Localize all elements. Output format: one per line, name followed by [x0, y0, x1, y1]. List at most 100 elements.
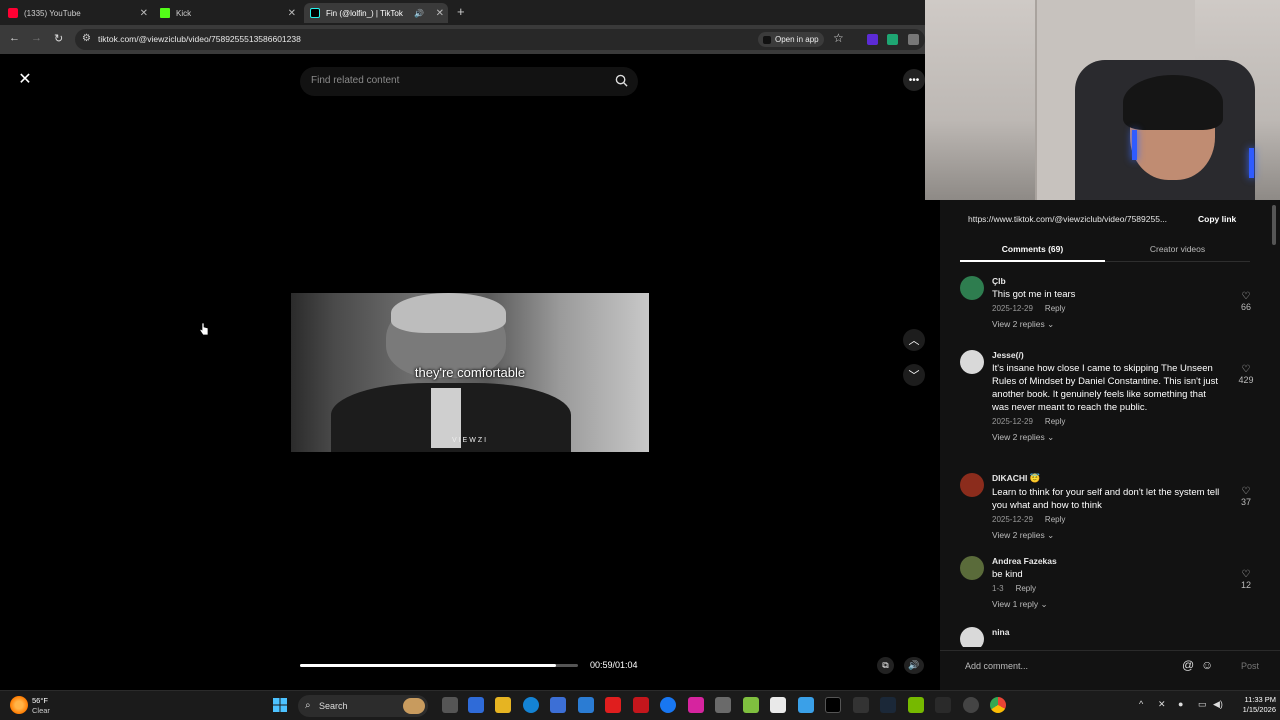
back-icon[interactable]: ←	[9, 32, 20, 44]
comment-author[interactable]: Çlb	[992, 276, 1222, 286]
edge-icon[interactable]	[523, 697, 539, 713]
forward-icon[interactable]: →	[31, 32, 42, 44]
app-icon[interactable]	[715, 697, 731, 713]
heart-icon[interactable]: ♡	[1234, 364, 1258, 375]
youtube-icon[interactable]	[605, 697, 621, 713]
comment-date: 2025-12-29	[992, 417, 1033, 426]
app-icon[interactable]	[963, 697, 979, 713]
display-icon[interactable]: ▭	[1198, 699, 1207, 710]
tray-overflow-chevron-up-icon[interactable]: ^	[1139, 699, 1143, 709]
comment-author[interactable]: DIKACHI 😇	[992, 473, 1222, 484]
app-icon[interactable]	[853, 697, 869, 713]
task-view-icon[interactable]	[442, 697, 458, 713]
like-button[interactable]: ♡ 12	[1234, 569, 1258, 590]
avatar[interactable]	[960, 556, 984, 580]
app-icon[interactable]	[798, 697, 814, 713]
copy-link-button[interactable]: Copy link	[1198, 214, 1236, 224]
open-in-app-button[interactable]: Open in app	[758, 32, 824, 47]
comment-author[interactable]: Andrea Fazekas	[992, 556, 1222, 566]
search-icon[interactable]	[615, 74, 628, 87]
share-url[interactable]: https://www.tiktok.com/@viewziclub/video…	[968, 214, 1190, 224]
close-icon[interactable]: ✕	[15, 69, 35, 89]
like-button[interactable]: ♡ 37	[1234, 486, 1258, 507]
windows-start-icon[interactable]	[272, 697, 288, 713]
emoji-icon[interactable]: ☺	[1201, 658, 1213, 672]
chrome-icon[interactable]	[990, 697, 1006, 713]
nvidia-icon[interactable]	[908, 697, 924, 713]
bookmark-star-icon[interactable]: ☆	[833, 31, 844, 45]
heart-icon[interactable]: ♡	[1234, 486, 1258, 497]
tab-kick[interactable]: Kick ✕	[160, 3, 296, 23]
extension-icon[interactable]	[908, 34, 919, 45]
view-replies-button[interactable]: View 1 reply	[992, 599, 1038, 609]
taskbar-clock[interactable]: 11:33 PM 1/15/2026	[1230, 695, 1276, 715]
file-explorer-icon[interactable]	[495, 697, 511, 713]
mention-icon[interactable]: @	[1182, 658, 1194, 672]
reply-button[interactable]: Reply	[1016, 584, 1036, 593]
comment-author[interactable]: nina	[992, 627, 1222, 637]
more-options-icon[interactable]: •••	[903, 69, 925, 91]
url-text[interactable]: tiktok.com/@viewziclub/video/75892555135…	[98, 34, 301, 44]
reply-button[interactable]: Reply	[1045, 515, 1065, 524]
tab-title: Kick	[176, 8, 192, 18]
like-button[interactable]: ♡ 66	[1234, 291, 1258, 312]
avatar[interactable]	[960, 627, 984, 647]
taskbar-search-label: Search	[319, 701, 348, 711]
view-replies-button[interactable]: View 2 replies	[992, 319, 1045, 329]
avatar[interactable]	[960, 473, 984, 497]
taskbar-search[interactable]: ⌕ Search	[298, 695, 428, 717]
tiktok-app-icon[interactable]	[825, 697, 841, 713]
avatar[interactable]	[960, 276, 984, 300]
heart-icon[interactable]: ♡	[1234, 569, 1258, 580]
video-progress-bar[interactable]	[300, 664, 578, 667]
tab-tiktok[interactable]: Fin (@lolfin_) | TikTok 🔊 ✕	[304, 3, 448, 23]
heart-icon[interactable]: ♡	[1234, 291, 1258, 302]
tab-youtube[interactable]: (1335) YouTube ✕	[8, 3, 148, 23]
reply-button[interactable]: Reply	[1045, 417, 1065, 426]
steam-icon[interactable]	[880, 697, 896, 713]
extension-k-icon[interactable]	[867, 34, 878, 45]
progress-fill	[300, 664, 556, 667]
video-frame[interactable]: they're comfortable VIEWZI	[291, 293, 649, 452]
close-tab-icon[interactable]: ✕	[288, 8, 296, 19]
reply-button[interactable]: Reply	[1045, 304, 1065, 313]
search-input[interactable]: Find related content	[300, 67, 638, 96]
add-comment-input[interactable]: Add comment...	[965, 661, 1028, 671]
post-button[interactable]: Post	[1241, 661, 1259, 671]
new-tab-button[interactable]: +	[457, 4, 465, 19]
reload-icon[interactable]: ↻	[54, 32, 63, 45]
instagram-icon[interactable]	[688, 697, 704, 713]
previous-video-chevron-up-icon[interactable]: ︿	[903, 329, 925, 351]
volume-icon[interactable]: ◀)	[1213, 699, 1223, 710]
speaker-icon[interactable]: 🔊	[414, 9, 424, 18]
next-video-chevron-down-icon[interactable]: ﹀	[903, 364, 925, 386]
amazon-icon[interactable]	[770, 697, 786, 713]
windows-logo-icon	[273, 698, 287, 712]
microphone-icon[interactable]: ●	[1178, 699, 1183, 709]
view-replies-button[interactable]: View 2 replies	[992, 530, 1045, 540]
close-tab-icon[interactable]: ✕	[140, 8, 148, 19]
comment-author[interactable]: Jesse(/)	[992, 350, 1222, 360]
netflix-icon[interactable]	[633, 697, 649, 713]
picture-in-picture-icon[interactable]: ⧉	[877, 657, 894, 674]
search-placeholder: Find related content	[311, 75, 400, 86]
volume-icon[interactable]: 🔊	[904, 657, 924, 674]
omnibox[interactable]: ⚙ tiktok.com/@viewziclub/video/758925551…	[75, 29, 925, 50]
hulu-icon[interactable]	[743, 697, 759, 713]
close-tab-icon[interactable]: ✕	[436, 8, 444, 19]
extension-icon[interactable]	[887, 34, 898, 45]
avatar[interactable]	[960, 350, 984, 374]
search-icon: ⌕	[305, 700, 311, 711]
tab-comments[interactable]: Comments (69)	[960, 244, 1105, 254]
view-replies-button[interactable]: View 2 replies	[992, 432, 1045, 442]
site-info-icon[interactable]: ⚙	[82, 33, 91, 44]
store-icon[interactable]	[550, 697, 566, 713]
like-button[interactable]: ♡ 429	[1234, 364, 1258, 385]
network-icon[interactable]: ✕	[1158, 699, 1166, 710]
copilot-icon[interactable]	[468, 697, 484, 713]
epic-games-icon[interactable]	[935, 697, 951, 713]
scrollbar-thumb[interactable]	[1272, 205, 1276, 245]
facebook-icon[interactable]	[660, 697, 676, 713]
tab-creator-videos[interactable]: Creator videos	[1105, 244, 1250, 254]
mail-icon[interactable]	[578, 697, 594, 713]
